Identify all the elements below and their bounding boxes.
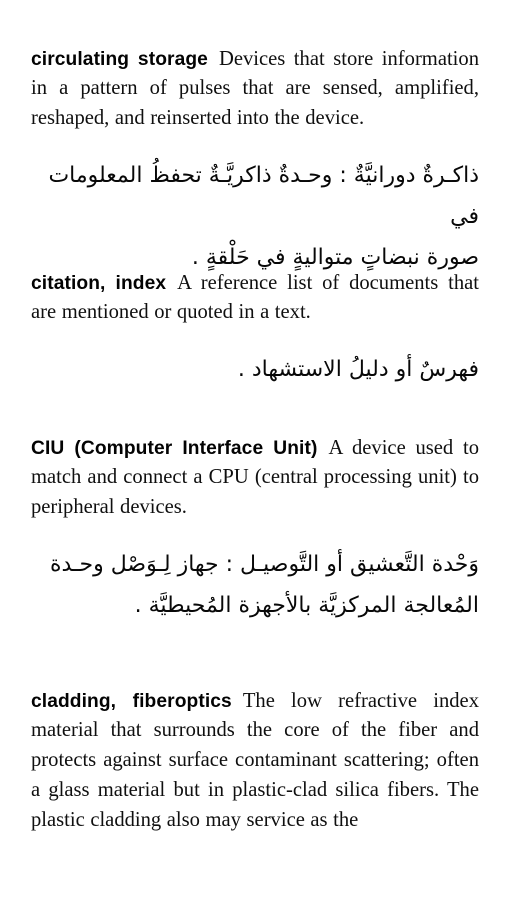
- dictionary-entry: cladding, fiberoptics The low refractive …: [31, 666, 479, 856]
- entry-definition-block: CIU (Computer Interface Unit) A device us…: [31, 434, 479, 523]
- entry-arabic-line: ذاكـرةٌ دورانيَّةٌ : وحـدةٌ ذاكريَّـةٌ ت…: [48, 162, 479, 229]
- entry-headword: citation, index: [31, 272, 167, 294]
- dictionary-page: circulating storage Devices that store in…: [0, 0, 506, 900]
- dictionary-entry: CIU (Computer Interface Unit) A device us…: [31, 413, 479, 626]
- entry-definition-block: citation, index A reference list of docum…: [31, 269, 479, 329]
- dictionary-entry: circulating storage Devices that store in…: [31, 24, 479, 278]
- entry-definition-block: cladding, fiberoptics The low refractive …: [31, 687, 479, 836]
- entry-definition-block: circulating storage Devices that store in…: [31, 45, 479, 134]
- entry-headword: circulating storage: [31, 48, 208, 70]
- dictionary-entry: citation, index A reference list of docum…: [31, 248, 479, 390]
- entry-arabic-line: وَحْدة التَّعشيق أو التَّوصيـل : جهاز لِ…: [50, 551, 479, 577]
- entry-arabic-line: فهرسٌ أو دليلُ الاستشهاد .: [237, 356, 479, 382]
- entry-arabic-line: المُعالجة المركزيَّة بالأجهزة المُحيطيَّ…: [134, 592, 479, 618]
- entry-headword: CIU (Computer Interface Unit): [31, 437, 318, 459]
- entry-headword: cladding, fiberoptics: [31, 690, 232, 712]
